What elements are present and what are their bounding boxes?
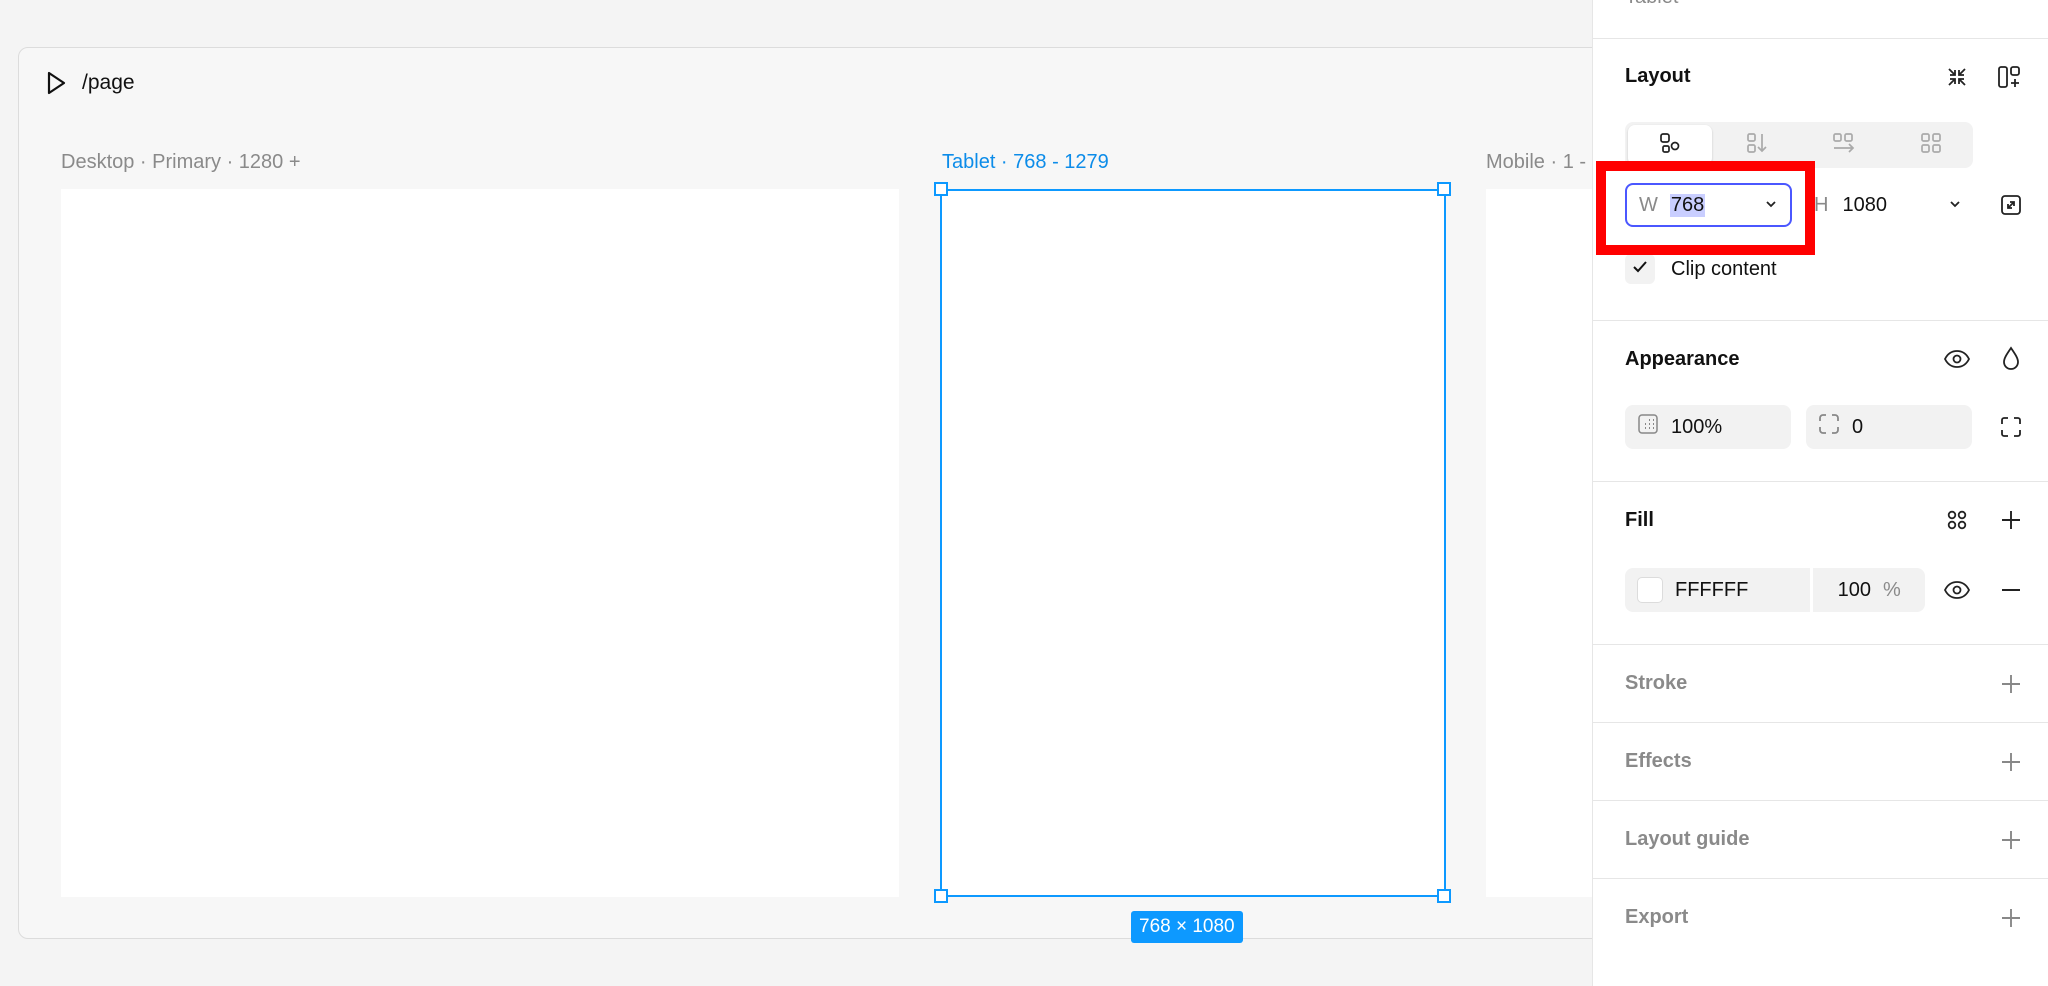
corner-radius-icon: [1818, 413, 1840, 441]
fill-title: Fill: [1625, 509, 1654, 531]
checkmark-icon: [1631, 258, 1649, 281]
width-label: W: [1639, 193, 1658, 216]
grid-layout-icon: [1919, 131, 1943, 160]
resize-handle-top-left[interactable]: [934, 182, 948, 196]
fill-section: Fill FFFFFF 100 %: [1593, 482, 2048, 645]
layout-title: Layout: [1625, 65, 1691, 87]
fill-divider: [1810, 568, 1813, 612]
remove-fill-minus-icon[interactable]: [1995, 574, 2027, 606]
add-fill-plus-icon[interactable]: [1995, 504, 2027, 536]
individual-corners-icon[interactable]: [1995, 411, 2027, 443]
height-field[interactable]: H 1080: [1806, 183, 1972, 227]
opacity-input[interactable]: 100%: [1671, 416, 1722, 439]
eye-icon[interactable]: [1941, 343, 1973, 375]
canvas[interactable]: /page Desktop · Primary · 1280 + Tablet …: [0, 0, 1592, 986]
stroke-section[interactable]: Stroke: [1593, 645, 2048, 723]
opacity-field[interactable]: 100%: [1625, 405, 1791, 449]
play-icon[interactable]: [44, 70, 68, 96]
clip-content-checkbox[interactable]: [1625, 254, 1655, 284]
horizontal-stack-icon: [1831, 131, 1857, 160]
effects-title: Effects: [1625, 750, 1692, 772]
frame-name[interactable]: Tablet: [1625, 0, 1678, 9]
frame-mobile[interactable]: [1486, 189, 1592, 897]
height-input[interactable]: 1080: [1842, 194, 1887, 217]
resize-handle-top-right[interactable]: [1437, 182, 1451, 196]
page-route[interactable]: /page: [44, 70, 135, 96]
clip-content-label[interactable]: Clip content: [1671, 254, 1777, 284]
resize-handle-bottom-left[interactable]: [934, 889, 948, 903]
fill-opacity-input[interactable]: 100: [1825, 579, 1871, 602]
layout-guide-title: Layout guide: [1625, 828, 1750, 850]
fill-hex-input[interactable]: FFFFFF: [1675, 579, 1810, 602]
properties-panel: Tablet Layout: [1592, 0, 2048, 986]
effects-section[interactable]: Effects: [1593, 723, 2048, 801]
stroke-title: Stroke: [1625, 672, 1688, 694]
appearance-title: Appearance: [1625, 348, 1740, 370]
vertical-stack-icon: [1745, 131, 1769, 160]
add-layout-guide-plus-icon[interactable]: [1995, 824, 2027, 856]
layout-guide-section[interactable]: Layout guide: [1593, 801, 2048, 879]
layout-vertical-stack-button[interactable]: [1715, 125, 1799, 165]
export-section[interactable]: Export: [1593, 879, 2048, 957]
fill-row[interactable]: FFFFFF 100 %: [1625, 568, 1925, 612]
route-label: /page: [82, 71, 135, 94]
resize-to-fit-icon[interactable]: [1995, 189, 2027, 221]
drop-icon[interactable]: [1995, 343, 2027, 375]
layout-section: Layout W 768 H 1080 Clip content: [1593, 39, 2048, 321]
height-label: H: [1814, 193, 1829, 216]
styles-grid-icon[interactable]: [1941, 504, 1973, 536]
opacity-grid-icon: [1637, 413, 1659, 441]
fill-visibility-eye-icon[interactable]: [1941, 574, 1973, 606]
frame-label-mobile[interactable]: Mobile · 1 -: [1486, 151, 1586, 174]
width-chevron-down-icon[interactable]: [1764, 194, 1778, 217]
height-chevron-down-icon[interactable]: [1948, 194, 1962, 217]
frame-desktop[interactable]: [61, 189, 899, 897]
layout-mode-segmented: [1625, 122, 1973, 168]
add-layout-icon[interactable]: [1993, 61, 2025, 93]
add-stroke-plus-icon[interactable]: [1995, 668, 2027, 700]
add-export-plus-icon[interactable]: [1995, 902, 2027, 934]
layout-horizontal-stack-button[interactable]: [1802, 125, 1886, 165]
appearance-section: Appearance 100% 0: [1593, 321, 2048, 482]
export-title: Export: [1625, 906, 1689, 928]
layout-freeform-button[interactable]: [1628, 125, 1712, 165]
resize-handle-bottom-right[interactable]: [1437, 889, 1451, 903]
fill-color-swatch[interactable]: [1637, 577, 1663, 603]
frame-label-tablet[interactable]: Tablet · 768 - 1279: [942, 151, 1109, 174]
fill-opacity-unit: %: [1883, 578, 1901, 601]
add-effect-plus-icon[interactable]: [1995, 746, 2027, 778]
frame-tablet[interactable]: [940, 189, 1446, 897]
layout-grid-button[interactable]: [1889, 125, 1973, 165]
freeform-layout-icon: [1658, 131, 1682, 160]
frame-label-desktop[interactable]: Desktop · Primary · 1280 +: [61, 151, 301, 174]
corner-radius-input[interactable]: 0: [1852, 416, 1863, 439]
width-field[interactable]: W 768: [1625, 183, 1792, 227]
frame-name-section: Tablet: [1593, 0, 2048, 39]
collapse-icon[interactable]: [1941, 61, 1973, 93]
corner-radius-field[interactable]: 0: [1806, 405, 1972, 449]
size-badge: 768 × 1080: [1131, 911, 1243, 943]
width-input[interactable]: 768: [1669, 193, 1706, 217]
